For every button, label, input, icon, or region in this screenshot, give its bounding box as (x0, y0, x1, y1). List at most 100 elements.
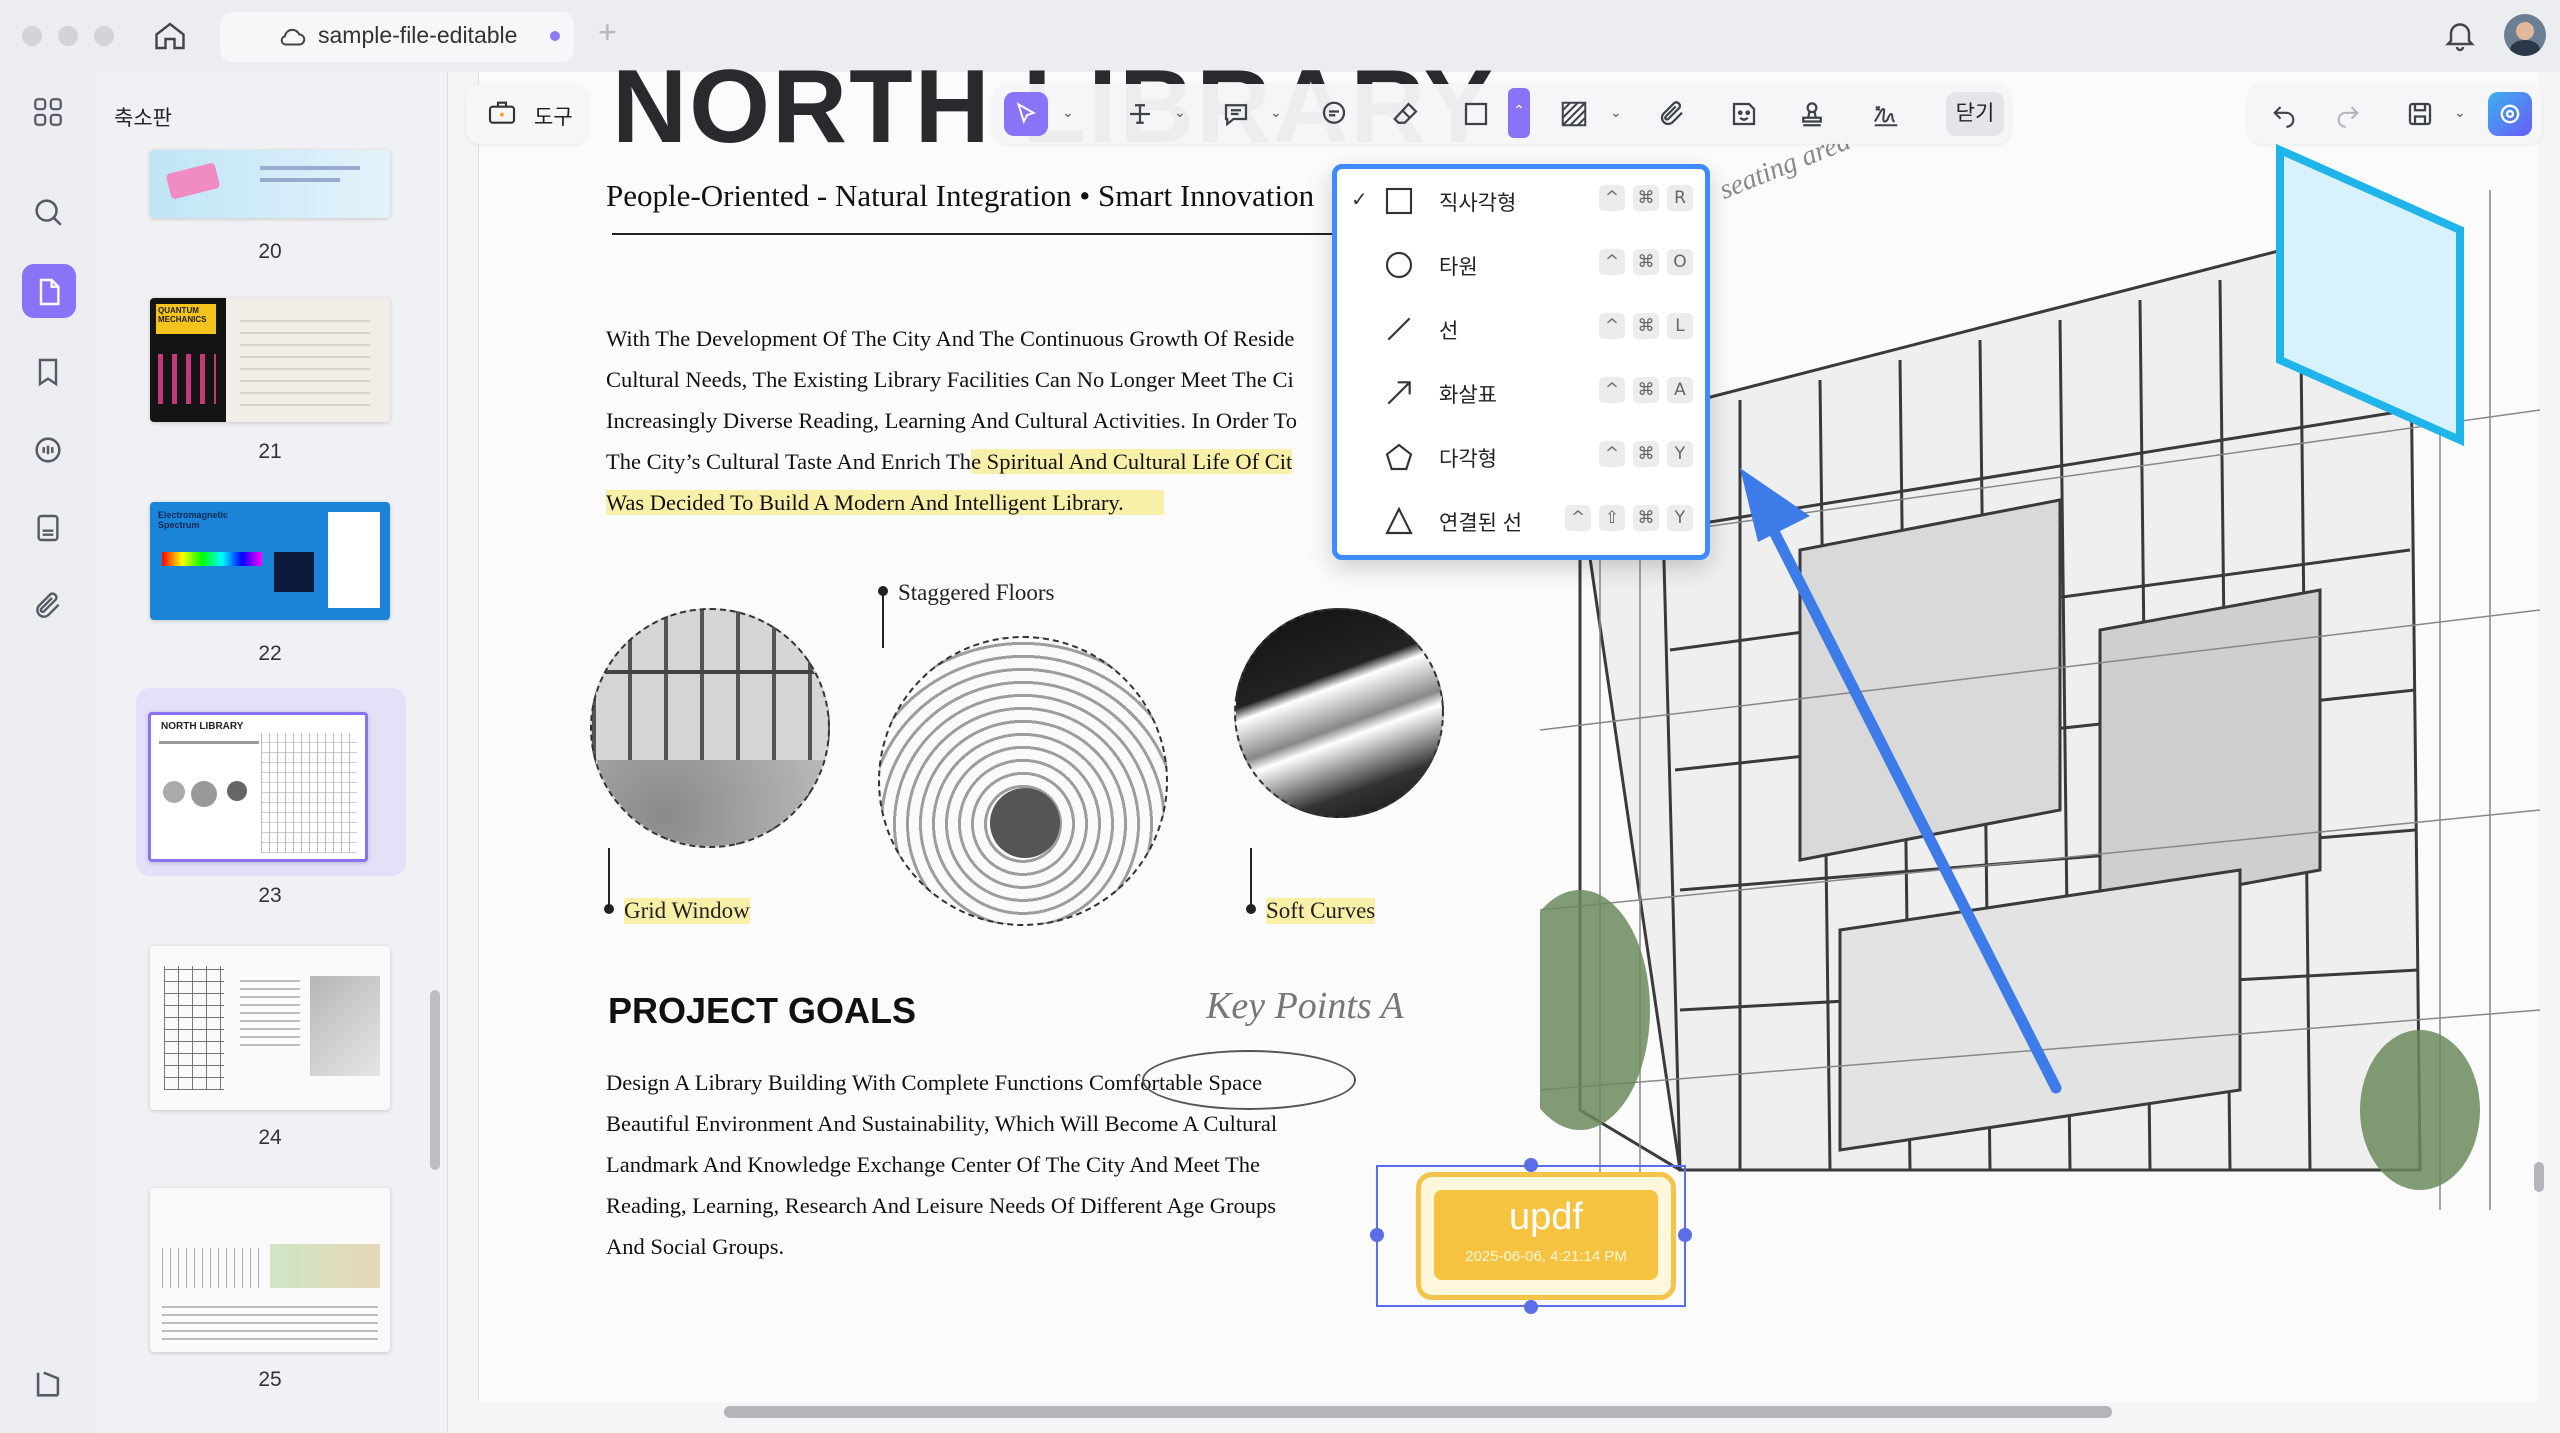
menu-item-line[interactable]: 선 ^ ⌘ L (1337, 297, 1705, 361)
horizontal-scrollbar[interactable] (724, 1406, 2112, 1418)
resize-handle[interactable] (1524, 1300, 1538, 1314)
stamp-brand: updf (1509, 1196, 1583, 1238)
sidebar-toggle-icon[interactable] (28, 1364, 68, 1404)
attachment-icon[interactable] (28, 586, 68, 626)
shortcut-key: ^ (1599, 377, 1625, 403)
menu-item-label: 연결된 선 (1439, 512, 1523, 535)
strikethrough-icon[interactable] (1118, 92, 1162, 136)
resize-handle[interactable] (1370, 1228, 1384, 1242)
shortcut-key: ⌘ (1633, 313, 1659, 339)
minimize-window-button[interactable] (58, 26, 78, 46)
chevron-down-icon[interactable]: ⌄ (1610, 104, 1622, 121)
menu-item-ellipse[interactable]: 타원 ^ ⌘ O (1337, 233, 1705, 297)
shortcut-key: ^ (1565, 505, 1591, 531)
caption-dot (878, 586, 888, 596)
shape-menu-toggle[interactable]: ⌃ (1508, 88, 1530, 138)
eraser-icon[interactable] (1384, 92, 1428, 136)
thumbnail-number: 24 (258, 1126, 282, 1149)
document-subtitle: People-Oriented - Natural Integration • … (606, 178, 1315, 213)
menu-item-polygon[interactable]: 다각형 ^ ⌘ Y (1337, 425, 1705, 489)
shortcut-key: ⌘ (1633, 441, 1659, 467)
ellipse-icon (1385, 251, 1413, 279)
shortcut-key: ⌘ (1633, 377, 1659, 403)
menu-item-rectangle[interactable]: ✓ 직사각형 ^ ⌘ R (1337, 169, 1705, 233)
ai-assistant-icon[interactable] (2488, 92, 2532, 136)
close-window-button[interactable] (22, 26, 42, 46)
thumbnail-page-20[interactable] (150, 150, 390, 218)
comment-icon[interactable] (1214, 92, 1258, 136)
signature-icon[interactable] (1864, 92, 1908, 136)
shortcut-key: ⌘ (1633, 185, 1659, 211)
bell-icon[interactable] (2442, 16, 2478, 54)
thumbnail-scrollbar[interactable] (430, 990, 440, 1170)
redo-icon[interactable] (2326, 92, 2370, 136)
caption-dot (1246, 904, 1256, 914)
chevron-down-icon[interactable]: ⌄ (1174, 104, 1186, 121)
shortcut-key: ⇧ (1599, 505, 1625, 531)
menu-item-label: 선 (1439, 320, 1459, 343)
thumbnail-page-21[interactable]: QUANTUM MECHANICS (150, 298, 390, 422)
shortcut-key: R (1667, 185, 1693, 211)
select-tool-button[interactable] (1004, 92, 1048, 136)
menu-item-label: 직사각형 (1439, 192, 1517, 215)
resize-handle[interactable] (1678, 1228, 1692, 1242)
thumbnail-heading: NORTH LIBRARY (161, 721, 244, 732)
check-icon: ✓ (1351, 189, 1368, 211)
resize-handle[interactable] (1524, 1158, 1538, 1172)
ellipse-annotation[interactable] (1142, 1050, 1356, 1110)
thumbnail-number: 23 (258, 884, 282, 907)
arrow-annotation[interactable] (1700, 440, 2080, 1100)
bookmark-icon[interactable] (28, 352, 68, 392)
page-icon (29, 272, 69, 312)
chevron-down-icon[interactable]: ⌄ (1270, 104, 1282, 121)
area-hatch-icon[interactable] (1552, 92, 1596, 136)
new-tab-button[interactable]: + (598, 14, 617, 51)
chevron-down-icon[interactable]: ⌄ (2454, 104, 2466, 121)
shape-dropdown-menu: ✓ 직사각형 ^ ⌘ R 타원 ^ ⌘ O 선 ^ ⌘ L 화살표 ^ ⌘ A … (1332, 164, 1710, 560)
text-callout-icon[interactable] (1312, 92, 1356, 136)
avatar[interactable] (2504, 14, 2546, 56)
thumbnail-page-22[interactable]: Electromagnetic Spectrum (150, 502, 390, 620)
menu-item-arrow[interactable]: 화살표 ^ ⌘ A (1337, 361, 1705, 425)
thumbnail-number: 21 (258, 440, 282, 463)
zoom-window-button[interactable] (94, 26, 114, 46)
panel-title: 축소판 (114, 107, 172, 130)
highlight-annotation: e Spiritual And Cultural Life Of Cit (971, 449, 1293, 474)
thumbnail-page-24[interactable] (150, 946, 390, 1110)
stamp-icon[interactable] (1790, 92, 1834, 136)
shortcut-key: ^ (1599, 185, 1625, 211)
shortcut-key: ^ (1599, 313, 1625, 339)
vertical-scrollbar[interactable] (2534, 1162, 2544, 1192)
comments-icon[interactable] (28, 430, 68, 470)
form-icon[interactable] (28, 508, 68, 548)
menu-item-label: 다각형 (1439, 448, 1497, 471)
shortcut-key: L (1667, 313, 1693, 339)
apps-grid-icon[interactable] (28, 92, 68, 132)
grid-window-image (590, 608, 830, 848)
line-icon (1387, 317, 1411, 341)
save-icon[interactable] (2398, 92, 2442, 136)
thumbnail-page-23[interactable]: NORTH LIBRARY (148, 712, 368, 862)
connected-line-icon (1385, 506, 1413, 535)
home-icon[interactable] (152, 18, 188, 54)
caption-dot (604, 904, 614, 914)
unsaved-dot (550, 31, 560, 41)
shortcut-key: Y (1667, 505, 1693, 531)
undo-icon[interactable] (2262, 92, 2306, 136)
thumbnail-page-25[interactable] (150, 1188, 390, 1352)
shortcut-key: A (1667, 377, 1693, 403)
paperclip-icon[interactable] (1650, 92, 1694, 136)
sticker-icon[interactable] (1722, 92, 1766, 136)
chevron-down-icon[interactable]: ⌄ (1062, 104, 1074, 121)
subtitle-rule (612, 233, 1338, 235)
search-icon[interactable] (28, 192, 68, 232)
shortcut-key: ^ (1599, 249, 1625, 275)
rectangle-tool-icon[interactable] (1454, 92, 1498, 136)
caption-leader (608, 848, 610, 910)
menu-item-connected-line[interactable]: 연결된 선 ^ ⇧ ⌘ Y (1337, 489, 1705, 553)
shortcut-key: O (1667, 249, 1693, 275)
polygon-icon (1385, 443, 1413, 471)
shortcut-key: ⌘ (1633, 249, 1659, 275)
close-tools-button[interactable]: 닫기 (1946, 92, 2004, 136)
shortcut-key: Y (1667, 441, 1693, 467)
